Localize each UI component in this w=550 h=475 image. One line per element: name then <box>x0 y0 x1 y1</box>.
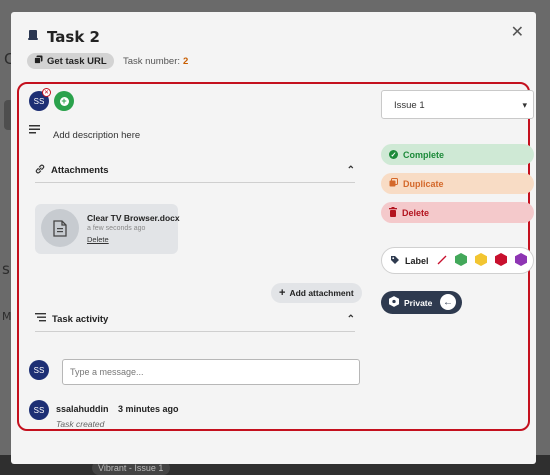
attachments-header[interactable]: Attachments ⌃ <box>35 164 355 177</box>
label-heading: Label <box>405 255 429 266</box>
activity-text: Task created <box>56 419 105 429</box>
message-input[interactable]: Type a message... <box>62 359 360 385</box>
chevron-up-icon[interactable]: ⌃ <box>347 314 355 325</box>
check-icon: ✓ <box>389 150 398 159</box>
plus-icon: + <box>59 95 69 106</box>
task-detail-panel: SS ✕ + Add description here Attachments … <box>17 82 534 431</box>
trash-icon <box>389 206 397 219</box>
activity-divider <box>35 331 355 332</box>
private-hex-icon <box>389 296 399 309</box>
chevron-up-icon[interactable]: ⌃ <box>347 165 355 176</box>
task-activity-header[interactable]: Task activity ⌃ <box>35 313 355 325</box>
duplicate-label: Duplicate <box>403 178 444 189</box>
attachment-card[interactable]: Clear TV Browser.docx a few seconds ago … <box>35 204 180 254</box>
no-label-icon[interactable] <box>437 255 447 267</box>
issue-select[interactable]: Issue 1 ▾ <box>381 90 534 119</box>
duplicate-button[interactable]: Duplicate <box>381 173 534 194</box>
label-red-hexagon-icon[interactable] <box>494 253 507 268</box>
attachment-delete-link[interactable]: Delete <box>87 235 109 244</box>
document-icon <box>41 209 79 247</box>
assignee-initials: SS <box>33 96 45 106</box>
get-task-url-button[interactable]: Get task URL <box>27 53 114 69</box>
activity-avatar: SS <box>29 400 49 420</box>
copy-icon <box>34 55 43 67</box>
delete-button[interactable]: Delete <box>381 202 534 223</box>
task-activity-heading: Task activity <box>52 313 109 325</box>
activity-user: ssalahuddin <box>56 404 109 414</box>
label-yellow-hexagon-icon[interactable] <box>474 253 487 268</box>
attachments-heading: Attachments <box>51 165 109 176</box>
tag-icon <box>390 255 400 267</box>
duplicate-icon <box>389 178 398 189</box>
activity-avatar-initials: SS <box>33 405 45 415</box>
task-icon <box>27 28 39 46</box>
description-field[interactable]: Add description here <box>53 130 140 141</box>
task-number-value: 2 <box>183 56 189 67</box>
issue-select-value: Issue 1 <box>394 100 425 111</box>
message-avatar-initials: SS <box>33 365 45 375</box>
task-modal: Task 2 ✕ Get task URL Task number: 2 SS ✕… <box>11 12 536 464</box>
link-icon <box>35 164 45 177</box>
get-task-url-label: Get task URL <box>47 55 107 67</box>
message-avatar: SS <box>29 360 49 380</box>
activity-icon <box>35 313 46 325</box>
description-icon <box>29 121 40 139</box>
complete-label: Complete <box>403 149 445 160</box>
label-purple-hexagon-icon[interactable] <box>514 253 527 268</box>
task-number-label: Task number: <box>123 56 181 67</box>
add-attachment-label: Add attachment <box>289 288 354 298</box>
complete-button[interactable]: ✓ Complete <box>381 144 534 165</box>
plus-icon: + <box>279 287 286 299</box>
modal-header: Task 2 <box>27 28 100 46</box>
delete-label: Delete <box>402 207 430 218</box>
add-assignee-button[interactable]: + <box>54 91 74 111</box>
chevron-down-icon: ▾ <box>522 100 527 110</box>
arrow-left-icon: ← <box>440 294 456 310</box>
remove-assignee-icon[interactable]: ✕ <box>42 88 51 97</box>
private-label: Private <box>404 297 433 308</box>
attachment-file-name: Clear TV Browser.docx <box>87 213 180 223</box>
label-green-hexagon-icon[interactable] <box>454 253 467 268</box>
attachment-timestamp: a few seconds ago <box>87 225 146 232</box>
add-attachment-button[interactable]: + Add attachment <box>271 283 362 303</box>
activity-time: 3 minutes ago <box>118 404 179 414</box>
task-number: Task number: 2 <box>123 56 188 67</box>
label-picker: Label <box>381 247 534 274</box>
private-toggle[interactable]: Private ← <box>381 291 462 314</box>
close-icon[interactable]: ✕ <box>511 22 524 42</box>
modal-title: Task 2 <box>47 28 100 46</box>
attachments-divider <box>35 182 355 183</box>
